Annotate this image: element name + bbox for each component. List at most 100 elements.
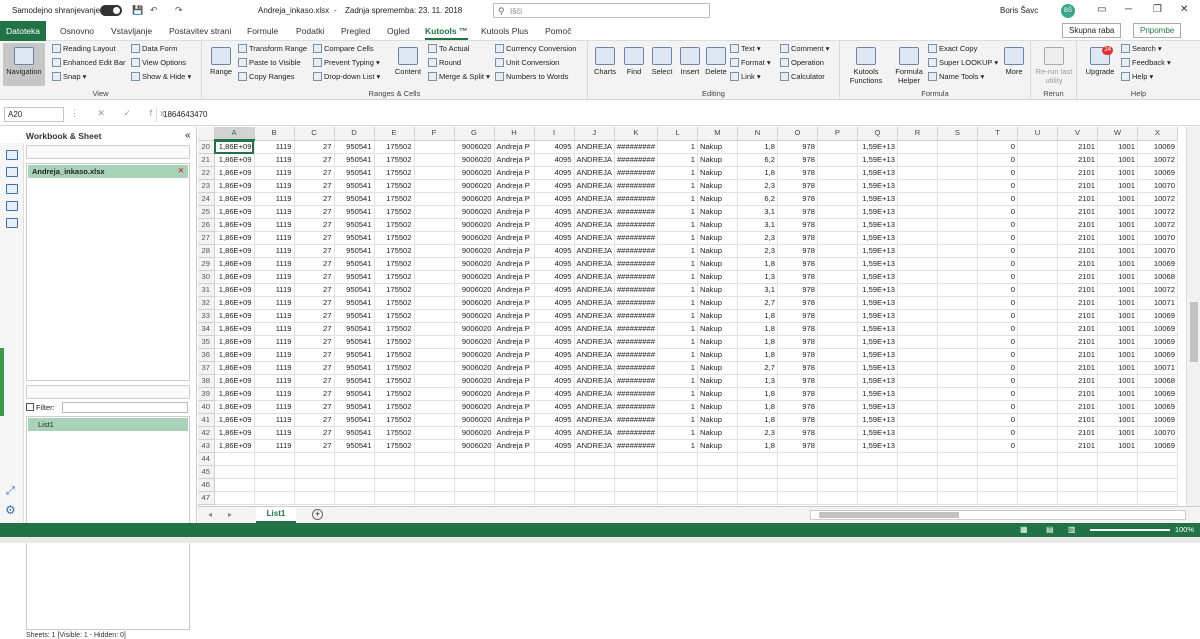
cell[interactable]: 1 — [657, 335, 698, 349]
cell[interactable]: 1,86E+09 — [214, 439, 255, 453]
cell[interactable] — [897, 192, 938, 206]
cell[interactable] — [897, 166, 938, 180]
cell[interactable] — [1057, 491, 1098, 505]
cell[interactable]: 1,59E+13 — [857, 439, 898, 453]
cell[interactable]: 978 — [777, 257, 818, 271]
format-button[interactable]: Format ▾ — [730, 58, 771, 67]
cell[interactable]: 950541 — [334, 296, 375, 310]
cell[interactable]: 10069 — [1137, 322, 1178, 336]
cell[interactable] — [294, 478, 335, 492]
cell[interactable]: 0 — [977, 166, 1018, 180]
cell[interactable] — [374, 465, 415, 479]
dropdown-list-button[interactable]: Drop-down List ▾ — [313, 72, 380, 81]
cell[interactable] — [1017, 140, 1058, 154]
cell[interactable] — [937, 452, 978, 466]
cell[interactable] — [1017, 413, 1058, 427]
cell[interactable]: 1,3 — [737, 270, 778, 284]
cell[interactable]: 9006020 — [454, 244, 495, 258]
cell[interactable] — [454, 465, 495, 479]
cell[interactable]: 2101 — [1057, 335, 1098, 349]
cell[interactable]: 10069 — [1137, 413, 1178, 427]
cell[interactable]: 1,86E+09 — [214, 309, 255, 323]
column-header[interactable]: L — [657, 127, 698, 141]
cell[interactable] — [737, 478, 778, 492]
cell[interactable] — [937, 244, 978, 258]
copy-ranges-button[interactable]: Copy Ranges — [238, 72, 294, 81]
cell[interactable] — [1017, 452, 1058, 466]
row-header[interactable]: 37 — [198, 361, 215, 375]
cell[interactable] — [897, 374, 938, 388]
cell[interactable] — [574, 491, 615, 505]
cell[interactable]: 6,2 — [737, 192, 778, 206]
cell[interactable] — [214, 452, 255, 466]
cell[interactable] — [1017, 374, 1058, 388]
row-header[interactable]: 20 — [198, 140, 215, 154]
row-header[interactable]: 21 — [198, 153, 215, 167]
cell[interactable]: 9006020 — [454, 348, 495, 362]
cell[interactable] — [897, 283, 938, 297]
cell[interactable]: 1 — [657, 140, 698, 154]
row-header[interactable]: 35 — [198, 335, 215, 349]
cell[interactable] — [897, 400, 938, 414]
cell[interactable]: Nakup — [697, 140, 738, 154]
cell[interactable] — [897, 218, 938, 232]
cell[interactable]: 2101 — [1057, 400, 1098, 414]
cell[interactable]: 2101 — [1057, 179, 1098, 193]
cell[interactable]: ANDREJA — [574, 283, 615, 297]
range-button[interactable]: Range — [206, 47, 236, 76]
cell[interactable] — [777, 491, 818, 505]
cell[interactable]: 950541 — [334, 361, 375, 375]
cell[interactable]: 4095 — [534, 231, 575, 245]
navigation-button[interactable]: Navigation — [4, 47, 44, 76]
cell[interactable] — [817, 166, 858, 180]
cell[interactable]: 27 — [294, 335, 335, 349]
column-header[interactable]: A — [214, 127, 255, 141]
cell[interactable] — [1017, 283, 1058, 297]
cell[interactable]: Nakup — [697, 192, 738, 206]
cell[interactable] — [897, 335, 938, 349]
cell[interactable]: 1001 — [1097, 270, 1138, 284]
cell[interactable]: ######### — [614, 439, 658, 453]
cell[interactable] — [817, 231, 858, 245]
cell[interactable] — [817, 296, 858, 310]
cell[interactable]: ANDREJA — [574, 361, 615, 375]
cell[interactable] — [414, 322, 455, 336]
cell[interactable]: ANDREJA — [574, 205, 615, 219]
cell[interactable]: ANDREJA — [574, 296, 615, 310]
cell[interactable]: 10070 — [1137, 231, 1178, 245]
cell[interactable]: 1001 — [1097, 283, 1138, 297]
row-header[interactable]: 36 — [198, 348, 215, 362]
column-header[interactable]: H — [494, 127, 535, 141]
cell[interactable]: 978 — [777, 387, 818, 401]
cell[interactable]: 978 — [777, 361, 818, 375]
cell[interactable] — [937, 140, 978, 154]
cell[interactable] — [857, 478, 898, 492]
cell[interactable] — [817, 335, 858, 349]
close-workbook-icon[interactable]: ✕ — [178, 166, 184, 175]
cell[interactable] — [657, 452, 698, 466]
cell[interactable]: 1001 — [1097, 296, 1138, 310]
cell[interactable]: 4095 — [534, 166, 575, 180]
filter-checkbox[interactable] — [26, 403, 34, 411]
cell[interactable]: 1,59E+13 — [857, 140, 898, 154]
cell[interactable] — [897, 413, 938, 427]
cell[interactable]: Nakup — [697, 153, 738, 167]
tab-help[interactable]: Pomoč — [545, 26, 571, 36]
cell[interactable] — [937, 426, 978, 440]
cell[interactable] — [294, 452, 335, 466]
cell[interactable]: Andreja P — [494, 361, 535, 375]
cell[interactable]: 0 — [977, 283, 1018, 297]
cell[interactable] — [817, 270, 858, 284]
cell[interactable]: 1,8 — [737, 335, 778, 349]
cell[interactable]: 978 — [777, 231, 818, 245]
cell[interactable]: 950541 — [334, 166, 375, 180]
cell[interactable] — [414, 491, 455, 505]
cell[interactable]: 978 — [777, 400, 818, 414]
cell[interactable]: 1,86E+09 — [214, 322, 255, 336]
cell[interactable] — [897, 257, 938, 271]
cell[interactable] — [817, 452, 858, 466]
cell[interactable]: 1119 — [254, 179, 295, 193]
column-header[interactable]: P — [817, 127, 858, 141]
cell[interactable]: 1 — [657, 205, 698, 219]
cell[interactable]: Andreja P — [494, 413, 535, 427]
